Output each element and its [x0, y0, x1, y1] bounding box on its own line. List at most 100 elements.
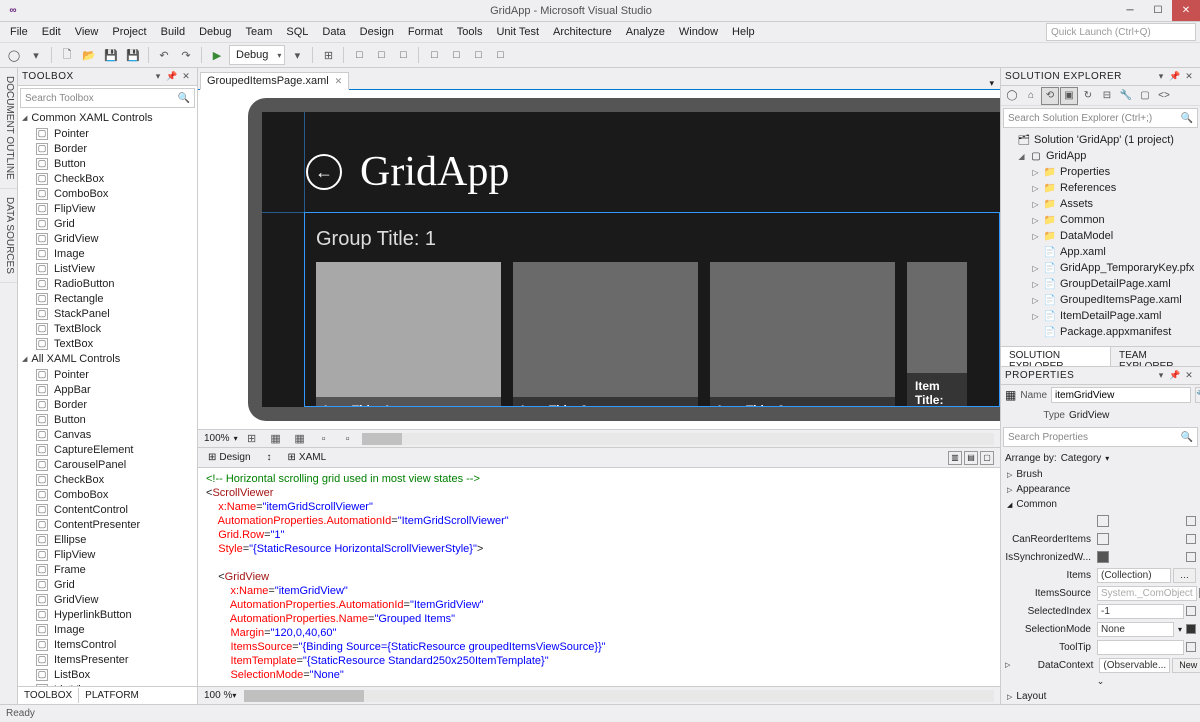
- sidetab-data-sources[interactable]: DATA SOURCES: [0, 189, 17, 283]
- prop-group-brush[interactable]: Brush: [1001, 467, 1200, 482]
- solution-search-input[interactable]: Search Solution Explorer (Ctrl+;) 🔍: [1003, 108, 1198, 128]
- properties-search-input[interactable]: Search Properties🔍: [1003, 427, 1198, 447]
- undo-button[interactable]: ↶: [154, 45, 174, 65]
- tree-item[interactable]: ▷📄GridApp_TemporaryKey.pfx: [1001, 260, 1200, 276]
- selectionmode-value[interactable]: None: [1097, 622, 1174, 637]
- se-back-button[interactable]: ◯: [1003, 87, 1021, 105]
- wrench-icon[interactable]: 🔧: [1195, 387, 1200, 403]
- toolbox-item[interactable]: ▢CheckBox: [18, 171, 197, 186]
- items-edit-button[interactable]: …: [1173, 568, 1196, 583]
- platform-button[interactable]: ▾: [287, 45, 307, 65]
- toolbox-footer-tab-platform[interactable]: PLATFORM: [79, 688, 145, 703]
- menu-unittest[interactable]: Unit Test: [490, 24, 545, 40]
- toolbox-item[interactable]: ▢Image: [18, 622, 197, 637]
- menu-help[interactable]: Help: [726, 24, 761, 40]
- tooltip-value[interactable]: [1097, 640, 1184, 655]
- expand-icon[interactable]: ▢: [980, 451, 994, 465]
- xaml-zoom[interactable]: 100 %: [204, 690, 232, 701]
- nav-fwd-button[interactable]: ▾: [26, 45, 46, 65]
- arrange-value[interactable]: Category: [1061, 453, 1102, 464]
- toolbox-item[interactable]: ▢RadioButton: [18, 276, 197, 291]
- grid-icon-2[interactable]: ▦: [290, 429, 310, 449]
- tree-item[interactable]: 📄App.xaml: [1001, 244, 1200, 260]
- se-showall-button[interactable]: ▣: [1060, 87, 1078, 105]
- quick-launch-input[interactable]: Quick Launch (Ctrl+Q): [1046, 23, 1196, 41]
- toolbox-item[interactable]: ▢Grid: [18, 577, 197, 592]
- swap-panes-button[interactable]: ↕: [263, 450, 276, 465]
- toolbox-item[interactable]: ▢CaptureElement: [18, 442, 197, 457]
- minimize-button[interactable]: ─: [1116, 0, 1144, 21]
- prop-pin-icon[interactable]: 📌: [1168, 370, 1182, 381]
- menu-architecture[interactable]: Architecture: [547, 24, 618, 40]
- toolbox-group[interactable]: All XAML Controls: [18, 351, 197, 367]
- datacontext-new-button[interactable]: New: [1172, 658, 1200, 673]
- new-project-button[interactable]: 🗋: [57, 45, 77, 65]
- toolbox-item[interactable]: ▢Image: [18, 246, 197, 261]
- name-input[interactable]: [1051, 387, 1191, 403]
- tool-2[interactable]: □: [371, 45, 391, 65]
- tab-team-explorer[interactable]: TEAM EXPLORER: [1111, 347, 1200, 366]
- menu-analyze[interactable]: Analyze: [620, 24, 671, 40]
- xaml-editor[interactable]: <!-- Horizontal scrolling grid used in m…: [198, 468, 1000, 704]
- tree-item[interactable]: ▷📄GroupDetailPage.xaml: [1001, 276, 1200, 292]
- align-button[interactable]: ⊞: [318, 45, 338, 65]
- fit-icon[interactable]: ⊞: [242, 429, 262, 449]
- se-refresh-button[interactable]: ↻: [1079, 87, 1097, 105]
- toolbox-item[interactable]: ▢Pointer: [18, 367, 197, 382]
- doc-tab-grouped-items[interactable]: GroupedItemsPage.xaml ✕: [200, 72, 349, 90]
- prop-marker[interactable]: [1186, 516, 1196, 526]
- toolbox-item[interactable]: ▢Button: [18, 156, 197, 171]
- xaml-h-scrollbar[interactable]: [244, 690, 994, 702]
- grid-icon-1[interactable]: ▦: [266, 429, 286, 449]
- toolbox-item[interactable]: ▢AppBar: [18, 382, 197, 397]
- tree-item[interactable]: ▷📄ItemDetailPage.xaml: [1001, 308, 1200, 324]
- se-code-button[interactable]: <>: [1155, 87, 1173, 105]
- menu-build[interactable]: Build: [155, 24, 191, 40]
- prop-group-common[interactable]: Common: [1001, 497, 1200, 512]
- tree-item[interactable]: 🗂Solution 'GridApp' (1 project): [1001, 132, 1200, 148]
- toolbox-pin-icon[interactable]: 📌: [165, 71, 179, 82]
- se-properties-button[interactable]: 🔧: [1117, 87, 1135, 105]
- save-all-button[interactable]: 💾: [123, 45, 143, 65]
- tree-item[interactable]: ▷📁DataModel: [1001, 228, 1200, 244]
- tree-item[interactable]: ▷📁Assets: [1001, 196, 1200, 212]
- menu-view[interactable]: View: [69, 24, 105, 40]
- se-home-button[interactable]: ⌂: [1022, 87, 1040, 105]
- toolbox-item[interactable]: ▢ItemsPresenter: [18, 652, 197, 667]
- tree-item[interactable]: ▷📁Properties: [1001, 164, 1200, 180]
- se-pin-icon[interactable]: 📌: [1168, 71, 1182, 82]
- toolbox-item[interactable]: ▢ComboBox: [18, 186, 197, 201]
- toolbox-item[interactable]: ▢Canvas: [18, 427, 197, 442]
- toolbox-item[interactable]: ▢TextBlock: [18, 321, 197, 336]
- design-surface[interactable]: ← GridApp Group Title: 1 Item Title: 1It…: [198, 90, 1000, 430]
- menu-project[interactable]: Project: [106, 24, 152, 40]
- toolbox-item[interactable]: ▢ContentPresenter: [18, 517, 197, 532]
- tree-item[interactable]: ◢▢GridApp: [1001, 148, 1200, 164]
- menu-design[interactable]: Design: [354, 24, 400, 40]
- toolbox-item[interactable]: ▢ContentControl: [18, 502, 197, 517]
- sidetab-document-outline[interactable]: DOCUMENT OUTLINE: [0, 68, 17, 189]
- tree-item[interactable]: 📄Package.appxmanifest: [1001, 324, 1200, 340]
- save-button[interactable]: 💾: [101, 45, 121, 65]
- menu-edit[interactable]: Edit: [36, 24, 67, 40]
- maximize-button[interactable]: ☐: [1144, 0, 1172, 21]
- tree-item[interactable]: ▷📁Common: [1001, 212, 1200, 228]
- toolbox-item[interactable]: ▢Border: [18, 141, 197, 156]
- canreorder-checkbox[interactable]: [1097, 533, 1109, 545]
- toolbox-item[interactable]: ▢Button: [18, 412, 197, 427]
- tool-6[interactable]: □: [468, 45, 488, 65]
- prop-close-icon[interactable]: ✕: [1182, 370, 1196, 381]
- split-v-icon[interactable]: ▥: [948, 451, 962, 465]
- selectedindex-value[interactable]: -1: [1097, 604, 1184, 619]
- toolbox-item[interactable]: ▢Rectangle: [18, 291, 197, 306]
- toolbox-item[interactable]: ▢StackPanel: [18, 306, 197, 321]
- tab-solution-explorer[interactable]: SOLUTION EXPLORER: [1001, 347, 1111, 366]
- toolbox-footer-tab-toolbox[interactable]: TOOLBOX: [18, 688, 79, 703]
- toolbox-item[interactable]: ▢Frame: [18, 562, 197, 577]
- snap-icon[interactable]: ▫: [314, 429, 334, 449]
- toolbox-item[interactable]: ▢FlipView: [18, 201, 197, 216]
- issync-checkbox[interactable]: [1097, 551, 1109, 563]
- design-h-scrollbar[interactable]: [362, 433, 994, 445]
- toolbox-item[interactable]: ▢ComboBox: [18, 487, 197, 502]
- candragitems-checkbox[interactable]: [1097, 515, 1109, 527]
